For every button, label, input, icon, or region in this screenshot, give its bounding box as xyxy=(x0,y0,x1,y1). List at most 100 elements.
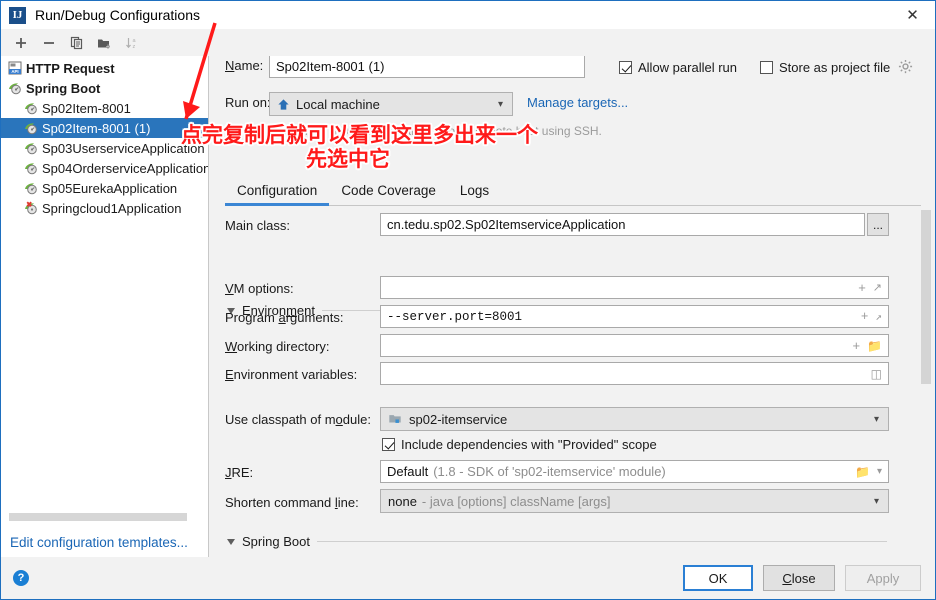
vm-options-input[interactable]: + ↗ xyxy=(380,276,889,299)
main-class-input[interactable]: cn.tedu.sp02.Sp02ItemserviceApplication xyxy=(380,213,865,236)
tree-item-label: Sp03UserserviceApplication xyxy=(42,140,205,156)
run-on-value: Local machine xyxy=(296,96,380,112)
section-divider xyxy=(316,541,887,542)
jre-row: JRE: xyxy=(225,465,253,480)
plus-icon[interactable]: + xyxy=(858,280,866,295)
ok-button[interactable]: OK xyxy=(683,565,753,591)
manage-targets-link[interactable]: Manage targets... xyxy=(527,95,628,110)
tab-configuration[interactable]: Configuration xyxy=(225,183,330,206)
home-icon xyxy=(277,98,290,111)
configuration-tabs: Configuration Code Coverage Logs xyxy=(225,176,921,206)
store-as-project-file-checkbox[interactable]: Store as project file xyxy=(760,60,890,75)
include-provided-scope-checkbox[interactable]: Include dependencies with "Provided" sco… xyxy=(382,437,657,452)
expand-icon[interactable]: ↗ xyxy=(875,310,882,324)
folder-icon[interactable]: 📁 xyxy=(867,339,882,353)
help-icon[interactable]: ? xyxy=(13,570,29,586)
tree-item-sp02item-8001-1[interactable]: Sp02Item-8001 (1) xyxy=(1,118,208,138)
use-classpath-dropdown[interactable]: sp02-itemservice ▾ xyxy=(380,407,889,431)
tree-item-label: Spring Boot xyxy=(26,80,101,96)
chevron-down-icon[interactable]: ▾ xyxy=(877,466,882,477)
allow-parallel-run-label: Allow parallel run xyxy=(638,60,737,75)
svg-text:z: z xyxy=(133,44,136,50)
configurations-tree: API HTTP Request Spring Boot Sp02Item-80… xyxy=(1,56,208,510)
tree-item-http-request[interactable]: API HTTP Request xyxy=(1,58,208,78)
environment-variables-input[interactable]: ◫ xyxy=(380,362,889,385)
name-input[interactable]: Sp02Item-8001 (1) xyxy=(269,56,585,78)
name-label: Name: xyxy=(225,58,264,73)
spring-boot-icon xyxy=(23,120,39,136)
plus-icon[interactable]: + xyxy=(861,310,869,324)
main-class-browse-button[interactable]: ... xyxy=(867,213,889,236)
expand-icon[interactable]: ↗ xyxy=(873,281,882,294)
tree-item-label: Sp02Item-8001 (1) xyxy=(42,120,151,136)
spring-boot-section-header[interactable]: Spring Boot xyxy=(227,534,887,549)
store-as-project-file-label: Store as project file xyxy=(779,60,891,75)
scrollbar-track xyxy=(9,513,198,521)
configurations-toolbar: a z xyxy=(1,29,935,56)
intellij-logo-icon: IJ xyxy=(9,6,26,24)
working-directory-label: Working directory: xyxy=(225,339,330,354)
jre-dropdown[interactable]: Default (1.8 - SDK of 'sp02-itemservice'… xyxy=(380,460,889,483)
tree-item-label: HTTP Request xyxy=(26,60,115,76)
working-directory-row: Working directory: xyxy=(225,339,330,354)
run-on-dropdown[interactable]: Local machine ▾ xyxy=(269,92,513,116)
program-arguments-input[interactable]: --server.port=8001 + ↗ xyxy=(380,305,889,328)
spring-boot-section-label: Spring Boot xyxy=(242,534,310,549)
folder-icon[interactable]: 📁 xyxy=(855,465,870,479)
dialog-footer: ? OK Close Apply xyxy=(1,557,935,599)
jre-value: Default xyxy=(387,464,429,479)
folder-add-icon[interactable] xyxy=(92,31,117,54)
program-arguments-value: --server.port=8001 xyxy=(387,309,523,324)
spring-boot-error-icon xyxy=(23,200,39,216)
program-arguments-label: Program arguments: xyxy=(225,310,344,325)
tree-item-label: Sp04OrderserviceApplication xyxy=(42,160,208,176)
run-on-hint: example in a Docker container or on a re… xyxy=(269,124,602,138)
configurations-tree-panel: API HTTP Request Spring Boot Sp02Item-80… xyxy=(1,56,209,557)
list-icon[interactable]: ◫ xyxy=(871,367,882,381)
tree-item-label: Sp02Item-8001 xyxy=(42,100,131,116)
configuration-form-panel: Name: Sp02Item-8001 (1) Allow parallel r… xyxy=(209,56,935,557)
tab-code-coverage[interactable]: Code Coverage xyxy=(329,183,448,205)
close-icon[interactable]: ✕ xyxy=(890,1,935,28)
vm-options-label: VM options: xyxy=(225,281,294,296)
tree-item-sp03userserviceapplication[interactable]: Sp03UserserviceApplication xyxy=(1,138,208,158)
environment-variables-row: Environment variables: xyxy=(225,367,357,382)
chevron-down-icon xyxy=(227,538,235,545)
chevron-down-icon: ▾ xyxy=(873,495,879,507)
tree-item-sp04orderserviceapplication[interactable]: Sp04OrderserviceApplication xyxy=(1,158,208,178)
spring-boot-icon xyxy=(7,80,23,96)
apply-button: Apply xyxy=(845,565,921,591)
tree-horizontal-scrollbar[interactable] xyxy=(1,510,208,527)
scrollbar-thumb[interactable] xyxy=(921,210,931,384)
tree-item-spring-boot-group[interactable]: Spring Boot xyxy=(1,78,208,98)
svg-text:API: API xyxy=(11,69,18,74)
tab-logs[interactable]: Logs xyxy=(448,183,501,205)
chevron-down-icon: ▾ xyxy=(873,413,879,425)
minus-icon[interactable] xyxy=(36,31,61,54)
main-class-row: Main class: xyxy=(225,218,290,233)
tree-item-sp02item-8001[interactable]: Sp02Item-8001 xyxy=(1,98,208,118)
use-classpath-value: sp02-itemservice xyxy=(409,411,508,427)
allow-parallel-run-checkbox[interactable]: Allow parallel run xyxy=(619,60,737,75)
chevron-down-icon: ▾ xyxy=(497,98,503,110)
scrollbar-thumb[interactable] xyxy=(9,513,187,521)
edit-configuration-templates-link[interactable]: Edit configuration templates... xyxy=(1,527,208,557)
use-classpath-row: Use classpath of module: xyxy=(225,412,371,427)
gear-icon[interactable] xyxy=(898,59,913,77)
close-button[interactable]: Close xyxy=(763,565,835,591)
form-vertical-scrollbar[interactable] xyxy=(921,58,931,555)
shorten-command-line-dropdown[interactable]: none - java [options] className [args] ▾ xyxy=(380,489,889,513)
sort-alpha-icon[interactable]: a z xyxy=(120,31,145,54)
environment-variables-label: Environment variables: xyxy=(225,367,358,382)
plus-icon[interactable] xyxy=(8,31,33,54)
checkbox-box xyxy=(760,61,773,74)
name-row: Name: xyxy=(225,58,263,73)
run-on-label: Run on: xyxy=(225,95,271,110)
api-icon: API xyxy=(7,60,23,76)
working-directory-input[interactable]: + 📁 xyxy=(380,334,889,357)
plus-icon[interactable]: + xyxy=(852,338,860,353)
checkbox-box xyxy=(619,61,632,74)
tree-item-springcloud1application[interactable]: Springcloud1Application xyxy=(1,198,208,218)
copy-icon[interactable] xyxy=(64,31,89,54)
tree-item-sp05eurekaapplication[interactable]: Sp05EurekaApplication xyxy=(1,178,208,198)
